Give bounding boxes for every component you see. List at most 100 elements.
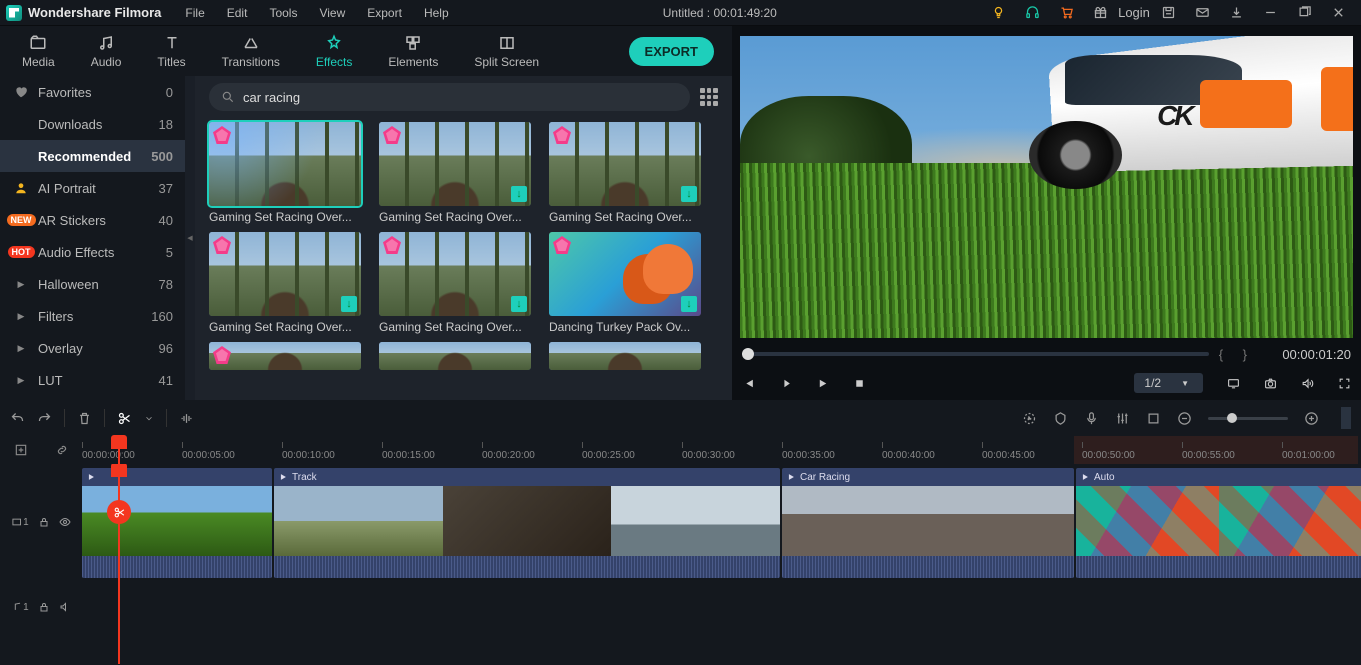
- delete-icon[interactable]: [77, 411, 92, 426]
- sidebar-item-ar-stickers[interactable]: NEWAR Stickers40: [0, 204, 185, 236]
- tab-transitions[interactable]: Transitions: [204, 26, 298, 76]
- menu-help[interactable]: Help: [414, 2, 459, 24]
- lock-icon[interactable]: [38, 601, 50, 613]
- search-input[interactable]: [243, 90, 678, 105]
- maximize-icon[interactable]: [1287, 0, 1321, 26]
- effect-item[interactable]: Gaming Set Racing Over...: [379, 232, 531, 334]
- ruler-track[interactable]: 00:00:00:0000:00:05:0000:00:10:0000:00:1…: [82, 436, 1361, 464]
- redo-icon[interactable]: [37, 411, 52, 426]
- playhead-handle[interactable]: [111, 464, 127, 477]
- mail-icon[interactable]: [1185, 0, 1219, 26]
- sidebar-item-recommended[interactable]: Recommended500: [0, 140, 185, 172]
- tips-icon[interactable]: [981, 0, 1015, 26]
- login-button[interactable]: Login: [1117, 0, 1151, 26]
- search-box[interactable]: [209, 83, 690, 111]
- prev-frame-icon[interactable]: [742, 377, 755, 390]
- track-lanes[interactable]: TrackCar RacingAuto: [82, 464, 1361, 665]
- preview-scrubber[interactable]: [742, 352, 1209, 356]
- play-pause-icon[interactable]: [779, 377, 792, 390]
- cart-icon[interactable]: [1049, 0, 1083, 26]
- stop-icon[interactable]: [853, 377, 866, 390]
- download-badge-icon[interactable]: [341, 296, 357, 312]
- render-icon[interactable]: [1022, 411, 1037, 426]
- scrubber-thumb[interactable]: [742, 348, 754, 360]
- preview-viewport[interactable]: CK: [740, 36, 1353, 338]
- download-icon[interactable]: [1219, 0, 1253, 26]
- export-button[interactable]: EXPORT: [629, 37, 714, 66]
- effect-item[interactable]: Gaming Set Racing Over...: [379, 122, 531, 224]
- download-badge-icon[interactable]: [511, 296, 527, 312]
- marker-icon[interactable]: [1053, 411, 1068, 426]
- timeline-clip[interactable]: Track: [274, 468, 780, 578]
- sidebar-item-downloads[interactable]: Downloads18: [0, 108, 185, 140]
- audio-track-header[interactable]: 1: [0, 584, 82, 630]
- effect-item[interactable]: [379, 342, 531, 370]
- playhead[interactable]: [118, 464, 120, 664]
- split-icon[interactable]: [117, 411, 132, 426]
- snapshot-icon[interactable]: [1264, 377, 1277, 390]
- effect-item[interactable]: [549, 342, 701, 370]
- gift-icon[interactable]: [1083, 0, 1117, 26]
- timeline-clip[interactable]: Car Racing: [782, 468, 1074, 578]
- tab-split-screen[interactable]: Split Screen: [456, 26, 557, 76]
- download-badge-icon[interactable]: [681, 296, 697, 312]
- tab-audio[interactable]: Audio: [73, 26, 140, 76]
- tab-elements[interactable]: Elements: [370, 26, 456, 76]
- sidebar-item-halloween[interactable]: ▶Halloween78: [0, 268, 185, 300]
- sidebar-item-ai-portrait[interactable]: AI Portrait37: [0, 172, 185, 204]
- close-icon[interactable]: [1321, 0, 1355, 26]
- minimize-icon[interactable]: [1253, 0, 1287, 26]
- video-track-header[interactable]: 1: [0, 464, 82, 580]
- tab-effects[interactable]: Effects: [298, 26, 370, 76]
- menu-export[interactable]: Export: [357, 2, 412, 24]
- add-track-icon[interactable]: [14, 443, 28, 457]
- effect-item[interactable]: Gaming Set Racing Over...: [209, 232, 361, 334]
- effect-item[interactable]: Gaming Set Racing Over...: [549, 122, 701, 224]
- playhead-ruler[interactable]: [118, 436, 120, 464]
- crop-icon[interactable]: [1146, 411, 1161, 426]
- display-icon[interactable]: [1227, 377, 1240, 390]
- menu-tools[interactable]: Tools: [259, 2, 307, 24]
- speaker-icon[interactable]: [59, 601, 71, 613]
- zoom-slider[interactable]: [1208, 417, 1288, 420]
- save-icon[interactable]: [1151, 0, 1185, 26]
- sidebar-item-lut[interactable]: ▶LUT41: [0, 364, 185, 396]
- eye-icon[interactable]: [59, 516, 71, 528]
- timeline-clip[interactable]: Auto: [1076, 468, 1361, 578]
- timeline-clip[interactable]: [82, 468, 272, 578]
- menu-file[interactable]: File: [175, 2, 214, 24]
- zoom-fit-icon[interactable]: [1341, 407, 1351, 429]
- sidebar-collapse[interactable]: [185, 76, 195, 400]
- download-badge-icon[interactable]: [511, 186, 527, 202]
- sidebar-item-overlay[interactable]: ▶Overlay96: [0, 332, 185, 364]
- menu-view[interactable]: View: [309, 2, 355, 24]
- headphones-icon[interactable]: [1015, 0, 1049, 26]
- mixer-icon[interactable]: [1115, 411, 1130, 426]
- sidebar-item-favorites[interactable]: Favorites0: [0, 76, 185, 108]
- sidebar-item-filters[interactable]: ▶Filters160: [0, 300, 185, 332]
- preview-zoom-select[interactable]: 1/2▼: [1134, 373, 1203, 393]
- undo-icon[interactable]: [10, 411, 25, 426]
- menu-edit[interactable]: Edit: [217, 2, 258, 24]
- play-icon[interactable]: [816, 377, 829, 390]
- effect-item[interactable]: Dancing Turkey Pack Ov...: [549, 232, 701, 334]
- sidebar-item-audio-effects[interactable]: HOTAudio Effects5: [0, 236, 185, 268]
- effect-item[interactable]: Gaming Set Racing Over...: [209, 122, 361, 224]
- lock-icon[interactable]: [38, 516, 50, 528]
- grid-view-icon[interactable]: [700, 88, 718, 106]
- tab-media[interactable]: Media: [4, 26, 73, 76]
- zoom-out-icon[interactable]: [1177, 411, 1192, 426]
- tab-titles[interactable]: Titles: [139, 26, 203, 76]
- volume-icon[interactable]: [1301, 377, 1314, 390]
- range-brackets-icon[interactable]: { }: [1219, 347, 1255, 362]
- link-icon[interactable]: [55, 443, 69, 457]
- download-badge-icon[interactable]: [681, 186, 697, 202]
- zoom-in-icon[interactable]: [1304, 411, 1319, 426]
- fullscreen-icon[interactable]: [1338, 377, 1351, 390]
- record-vo-icon[interactable]: [1084, 411, 1099, 426]
- audio-wave-icon[interactable]: [179, 411, 194, 426]
- effect-item[interactable]: [209, 342, 361, 370]
- timeline-ruler[interactable]: 00:00:00:0000:00:05:0000:00:10:0000:00:1…: [0, 436, 1361, 464]
- playhead-split-icon[interactable]: [107, 500, 131, 524]
- zoom-thumb[interactable]: [1227, 413, 1237, 423]
